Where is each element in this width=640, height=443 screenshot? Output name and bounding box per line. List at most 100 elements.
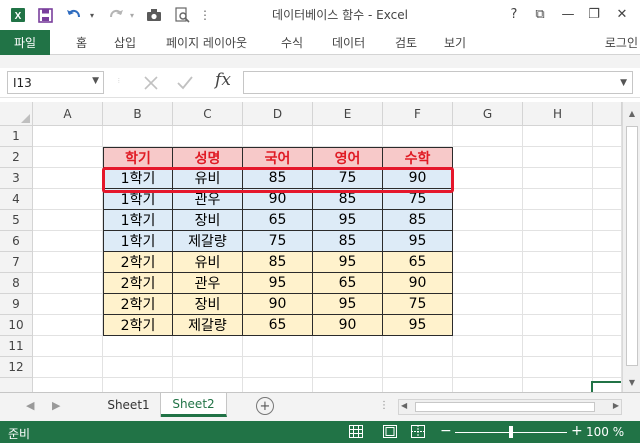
table-cell-korean[interactable]: 95 — [243, 273, 313, 294]
empty-cell[interactable] — [523, 336, 593, 357]
row-header-5[interactable]: 5 — [0, 210, 33, 231]
table-cell-english[interactable]: 85 — [313, 231, 383, 252]
table-cell-english[interactable]: 95 — [313, 294, 383, 315]
table-cell-name[interactable]: 장비 — [173, 210, 243, 231]
empty-cell[interactable] — [173, 126, 243, 147]
scroll-left-icon[interactable]: ◀ — [401, 401, 407, 410]
cancel-entry-icon[interactable] — [138, 72, 164, 94]
confirm-entry-icon[interactable] — [172, 72, 198, 94]
insert-function-icon[interactable]: fx — [209, 70, 237, 94]
zoom-out-button[interactable]: − — [440, 423, 452, 439]
empty-cell[interactable] — [593, 336, 622, 357]
empty-cell[interactable] — [593, 357, 622, 378]
empty-cell[interactable] — [33, 378, 103, 392]
empty-cell[interactable] — [453, 378, 523, 392]
table-header-cell[interactable]: 수학 — [383, 147, 453, 168]
empty-cell[interactable] — [173, 357, 243, 378]
zoom-level[interactable]: 100 % — [586, 425, 624, 439]
empty-cell[interactable] — [593, 294, 622, 315]
ribbon-display-options-button[interactable]: ⧉ — [529, 4, 551, 24]
empty-cell[interactable] — [523, 252, 593, 273]
row-header-2[interactable]: 2 — [0, 147, 33, 168]
table-header-cell[interactable]: 영어 — [313, 147, 383, 168]
empty-cell[interactable] — [593, 147, 622, 168]
expand-formula-bar-icon[interactable]: ▼ — [620, 78, 627, 88]
empty-cell[interactable] — [103, 126, 173, 147]
empty-cell[interactable] — [453, 252, 523, 273]
empty-cell[interactable] — [33, 294, 103, 315]
empty-cell[interactable] — [243, 336, 313, 357]
empty-cell[interactable] — [593, 273, 622, 294]
empty-cell[interactable] — [103, 336, 173, 357]
empty-cell[interactable] — [173, 336, 243, 357]
table-cell-semester[interactable]: 1학기 — [103, 231, 173, 252]
close-button[interactable]: ✕ — [611, 4, 633, 24]
empty-cell[interactable] — [593, 126, 622, 147]
zoom-in-button[interactable]: + — [571, 423, 583, 439]
empty-cell[interactable] — [453, 126, 523, 147]
select-all-button[interactable] — [0, 102, 33, 126]
scroll-down-icon[interactable]: ▼ — [623, 372, 640, 392]
name-box[interactable]: I13 ▼ — [7, 71, 104, 94]
empty-cell[interactable] — [243, 378, 313, 392]
empty-cell[interactable] — [33, 231, 103, 252]
empty-cell[interactable] — [523, 357, 593, 378]
empty-cell[interactable] — [33, 357, 103, 378]
empty-cell[interactable] — [593, 252, 622, 273]
row-header-9[interactable]: 9 — [0, 294, 33, 315]
empty-cell[interactable] — [33, 315, 103, 336]
table-cell-korean[interactable]: 75 — [243, 231, 313, 252]
row-header-7[interactable]: 7 — [0, 252, 33, 273]
redo-dropdown-icon[interactable]: ▾ — [126, 5, 138, 25]
tab-home[interactable]: 홈 — [76, 34, 87, 51]
help-button[interactable]: ? — [503, 4, 525, 24]
empty-cell[interactable] — [383, 336, 453, 357]
chevron-down-icon[interactable]: ▼ — [92, 76, 99, 86]
tab-split-handle-icon[interactable]: ⋮ — [379, 400, 389, 411]
column-header-f[interactable]: F — [383, 102, 453, 126]
empty-cell[interactable] — [383, 378, 453, 392]
empty-cell[interactable] — [313, 357, 383, 378]
row-header-8[interactable]: 8 — [0, 273, 33, 294]
table-header-cell[interactable]: 국어 — [243, 147, 313, 168]
zoom-slider-thumb[interactable] — [509, 426, 513, 438]
worksheet-grid[interactable]: A B C D E F G H 1 2 3 4 5 6 7 8 9 10 11 … — [0, 102, 640, 392]
column-header-c[interactable]: C — [173, 102, 243, 126]
tab-data[interactable]: 데이터 — [332, 34, 365, 51]
customize-qat-icon[interactable]: ⋮ — [198, 5, 212, 25]
empty-cell[interactable] — [593, 168, 622, 189]
undo-dropdown-icon[interactable]: ▾ — [86, 5, 98, 25]
empty-cell[interactable] — [453, 231, 523, 252]
table-cell-name[interactable]: 제갈량 — [173, 315, 243, 336]
column-header-i[interactable] — [593, 102, 622, 126]
table-cell-name[interactable]: 관우 — [173, 273, 243, 294]
empty-cell[interactable] — [173, 378, 243, 392]
tab-view[interactable]: 보기 — [444, 34, 466, 51]
empty-cell[interactable] — [523, 273, 593, 294]
column-header-a[interactable]: A — [33, 102, 103, 126]
table-cell-korean[interactable]: 65 — [243, 210, 313, 231]
table-cell-name[interactable]: 유비 — [173, 252, 243, 273]
sheet-tab-sheet2[interactable]: Sheet2 — [161, 393, 227, 417]
empty-cell[interactable] — [523, 231, 593, 252]
column-header-d[interactable]: D — [243, 102, 313, 126]
print-preview-icon[interactable] — [170, 5, 194, 25]
horizontal-scrollbar[interactable]: ◀ ▶ — [398, 399, 622, 415]
empty-cell[interactable] — [33, 147, 103, 168]
table-cell-semester[interactable]: 2학기 — [103, 294, 173, 315]
row-header-11[interactable]: 11 — [0, 336, 33, 357]
table-cell-math[interactable]: 85 — [383, 210, 453, 231]
empty-cell[interactable] — [33, 336, 103, 357]
empty-cell[interactable] — [453, 168, 523, 189]
table-cell-english[interactable]: 95 — [313, 210, 383, 231]
empty-cell[interactable] — [313, 378, 383, 392]
row-header-10[interactable]: 10 — [0, 315, 33, 336]
empty-cell[interactable] — [383, 126, 453, 147]
empty-cell[interactable] — [453, 273, 523, 294]
sheet-tab-sheet1[interactable]: Sheet1 — [97, 393, 161, 417]
row-header-3[interactable]: 3 — [0, 168, 33, 189]
table-cell-english[interactable]: 95 — [313, 252, 383, 273]
table-cell-english[interactable]: 90 — [313, 315, 383, 336]
camera-icon[interactable] — [142, 5, 166, 25]
empty-cell[interactable] — [313, 126, 383, 147]
